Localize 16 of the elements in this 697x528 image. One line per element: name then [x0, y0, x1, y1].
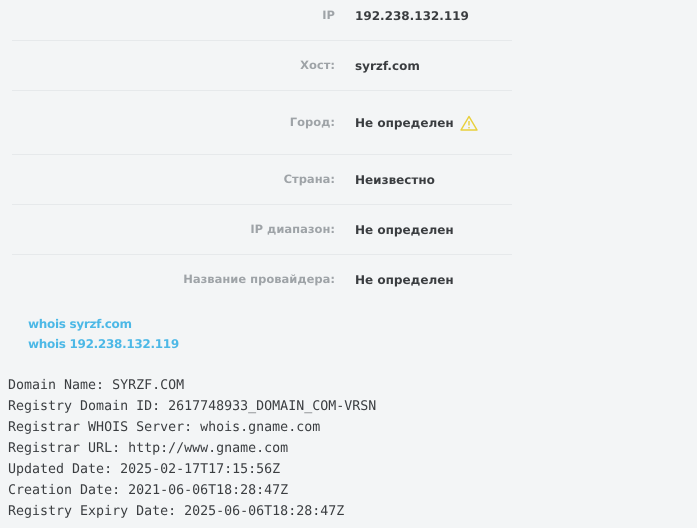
field-value: Не определен — [355, 222, 454, 238]
field-label: Страна: — [284, 170, 335, 188]
field-label: IP — [322, 6, 335, 24]
field-value: 192.238.132.119 — [355, 8, 469, 24]
field-value: syrzf.com — [355, 58, 420, 74]
field-label: IP диапазон: — [250, 220, 335, 238]
field-value: Не определен — [355, 114, 454, 132]
field-value: Не определен — [355, 272, 454, 289]
whois-link[interactable]: whois syrzf.com — [28, 316, 132, 333]
field-label: Город: — [290, 114, 335, 131]
field-value: Неизвестно — [355, 172, 435, 188]
field-label: Название провайдера: — [183, 271, 335, 288]
field-label: Хост: — [300, 56, 335, 74]
whois-record: Domain Name: SYRZF.COM Registry Domain ID: 2617748933_DOMAIN_COM-VRSN Registrar WHOIS Server: whois.gname.com Registrar URL: http://www.gname.com Updated Date: 2025-02-17T17:15:56Z Creation Date: 2021-06-06T18:28:47Z Registry Expiry Date: 2025-06-06T18:28:47Z — [8, 377, 378, 521]
warning-icon — [460, 114, 478, 130]
whois-link[interactable]: whois 192.238.132.119 — [28, 336, 179, 353]
